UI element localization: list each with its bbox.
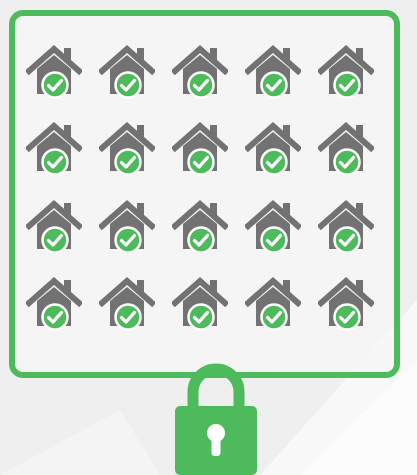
house-check-icon: [25, 44, 82, 99]
house-check-icon: [25, 277, 82, 331]
house-check-icon: [25, 122, 82, 176]
padlock-icon: [175, 363, 257, 475]
house-check-icon: [317, 44, 374, 99]
house-check-icon: [244, 199, 301, 254]
house-check-icon: [98, 199, 155, 254]
house-grid: [17, 33, 382, 343]
house-check-icon: [171, 44, 228, 99]
house-check-icon: [171, 122, 228, 176]
house-check-icon: [244, 277, 301, 331]
house-check-icon: [244, 122, 301, 176]
house-check-icon: [317, 199, 374, 254]
house-check-icon: [98, 44, 155, 99]
house-check-icon: [317, 122, 374, 176]
house-check-icon: [98, 122, 155, 176]
house-check-icon: [317, 277, 374, 331]
house-check-icon: [171, 277, 228, 331]
house-check-icon: [98, 277, 155, 331]
house-check-icon: [171, 199, 228, 254]
house-check-icon: [244, 44, 301, 99]
house-check-icon: [25, 199, 82, 254]
